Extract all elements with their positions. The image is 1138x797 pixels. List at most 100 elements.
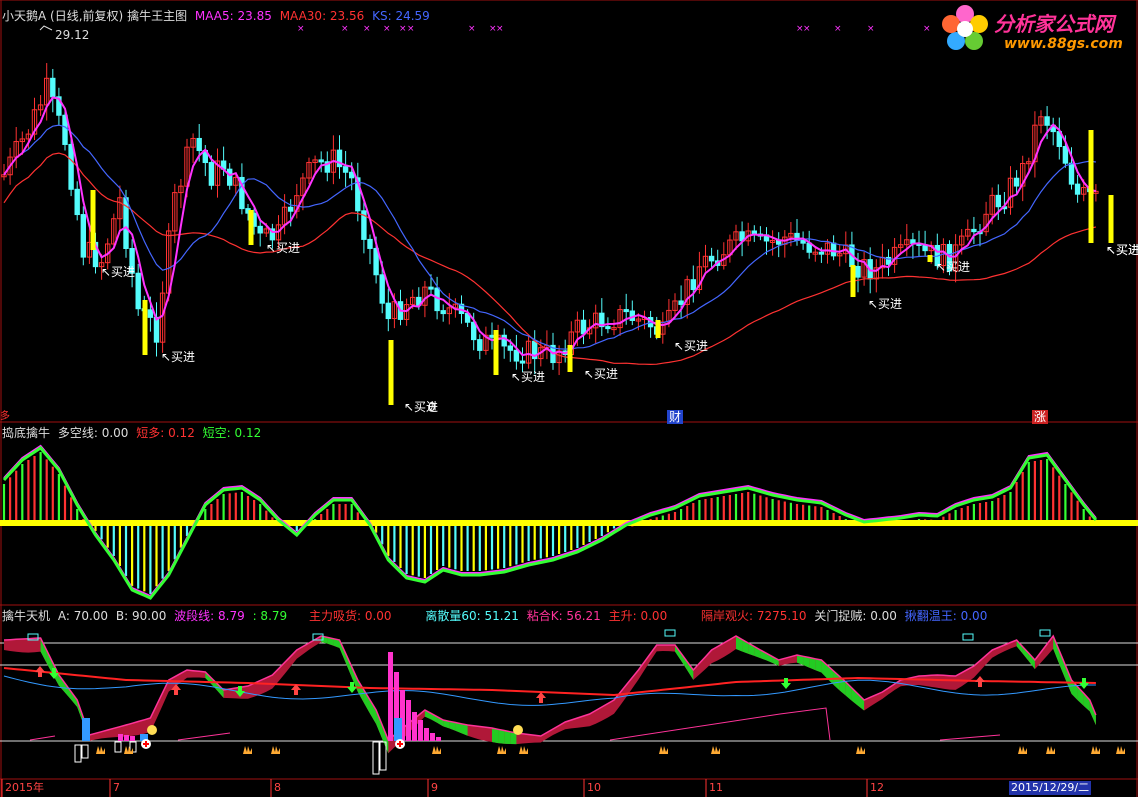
high-price-pointer bbox=[39, 25, 53, 31]
candle-body bbox=[342, 166, 349, 173]
zhang-marker: 涨 bbox=[1032, 410, 1049, 424]
candle-body bbox=[818, 251, 825, 255]
candle-body bbox=[50, 77, 56, 98]
candle-body bbox=[580, 319, 587, 335]
zhuli-bar bbox=[118, 734, 123, 741]
tianji-band-green bbox=[687, 661, 694, 680]
duankong-value: 短空: 0.12 bbox=[202, 426, 262, 440]
tianji-band-green bbox=[504, 730, 511, 745]
candle-body bbox=[68, 143, 74, 190]
candle-body bbox=[147, 309, 154, 318]
tianji-band-green bbox=[815, 658, 822, 673]
ks-value: KS: 24.59 bbox=[372, 9, 430, 23]
money-bag-icon bbox=[147, 725, 157, 735]
tianji-indicator bbox=[0, 629, 1138, 775]
signal-cross: × bbox=[923, 24, 931, 34]
signal-cross: × bbox=[867, 24, 875, 34]
zhuli-bar bbox=[412, 712, 417, 741]
candle-body bbox=[690, 279, 696, 291]
candle-body bbox=[385, 302, 392, 320]
up-arrow-icon bbox=[35, 666, 45, 677]
maa5-value: MAA5: 23.85 bbox=[194, 9, 272, 23]
signal-cross: × bbox=[468, 24, 476, 34]
buy-label: ↖买进 bbox=[511, 370, 545, 384]
buy-label: ↖买进 bbox=[584, 367, 618, 381]
candle-body bbox=[428, 286, 434, 290]
hand-icon bbox=[124, 746, 133, 754]
candle-body bbox=[440, 310, 446, 315]
candle-body bbox=[153, 316, 160, 343]
maa30-value: MAA30: 23.56 bbox=[279, 9, 365, 23]
hand-icon bbox=[432, 746, 441, 754]
maa5-line bbox=[3, 96, 1097, 358]
candle-body bbox=[74, 188, 80, 216]
hand-icon bbox=[96, 746, 105, 754]
buy-bar bbox=[142, 300, 148, 355]
x-tick-label: 7 bbox=[113, 781, 120, 794]
candle-body bbox=[318, 159, 324, 163]
guanmen-value: 关门捉贼: 0.00 bbox=[814, 609, 897, 623]
buy-label: ↖买进 bbox=[1106, 243, 1138, 257]
outline-bar bbox=[81, 744, 89, 759]
candle-body bbox=[80, 214, 86, 258]
candle-body bbox=[971, 228, 977, 233]
candle-body bbox=[367, 238, 373, 249]
outline-bar bbox=[379, 741, 387, 771]
signal-cross: × bbox=[834, 24, 842, 34]
zhusheng-value: 主升: 0.00 bbox=[608, 609, 668, 623]
duokong-value: 多空线: 0.00 bbox=[57, 426, 129, 440]
signal-cross: × bbox=[383, 24, 391, 34]
buy-bar bbox=[655, 320, 661, 338]
zhanhe-value: 粘合K: 56.21 bbox=[526, 609, 601, 623]
buy-bar bbox=[1108, 195, 1114, 243]
down-arrow-icon bbox=[1079, 678, 1089, 689]
candle-body bbox=[800, 239, 806, 244]
buy-bar bbox=[567, 345, 573, 372]
top-box bbox=[1039, 629, 1051, 637]
x-tick-label: 10 bbox=[587, 781, 601, 794]
candle-body bbox=[708, 255, 715, 262]
candle-body bbox=[1013, 177, 1020, 187]
candle-body bbox=[208, 162, 215, 186]
candle-body bbox=[257, 225, 263, 234]
tianji-band-green bbox=[1022, 646, 1029, 662]
outline-bar bbox=[114, 741, 122, 753]
v2-value: : 8.79 bbox=[252, 609, 288, 623]
buy-bar bbox=[90, 190, 96, 250]
zhuli-value: 主力吸货: 0.00 bbox=[308, 609, 392, 623]
buy-bar bbox=[1088, 130, 1094, 243]
x-tick-label: 8 bbox=[274, 781, 281, 794]
buy-markers: ↖买进↖买进↖买进↖买进↖买进 ↖买进↖买进↖买进↖买进↖买进↖买进0 bbox=[90, 130, 1138, 414]
stock-name: 小天鹅A bbox=[2, 9, 47, 23]
buy-bar bbox=[927, 255, 933, 262]
zhuli-bar bbox=[430, 733, 435, 741]
site-logo: 分析家公式网 www.88gs.com bbox=[938, 2, 1134, 56]
candle-body bbox=[501, 334, 507, 347]
leng-value: 揪翻温王: 0.00 bbox=[904, 609, 988, 623]
outline-bar bbox=[372, 741, 380, 775]
header-legend: 小天鹅A (日线,前复权) 擒牛王主图 MAA5: 23.85 MAA30: 2… bbox=[2, 9, 430, 23]
boduan-value: 波段线: 8.79 bbox=[174, 609, 245, 623]
tianji-band-green bbox=[498, 729, 505, 744]
flower-icon bbox=[942, 5, 988, 50]
candle-body bbox=[379, 274, 385, 304]
hand-icon bbox=[1046, 746, 1055, 754]
candle-body bbox=[288, 206, 294, 212]
moving-averages: × × × × × × × × × × × × × × bbox=[3, 24, 1097, 366]
panel3-legend: 擒牛天机 A: 70.00 B: 90.00 波段线: 8.79 : 8.79 … bbox=[2, 609, 987, 623]
candle-body bbox=[135, 272, 141, 310]
candle-body bbox=[1044, 116, 1050, 126]
outline-bar bbox=[74, 744, 82, 763]
zhuli-bar bbox=[418, 720, 423, 741]
x-tick-label: 11 bbox=[709, 781, 723, 794]
chart-canvas: × × × × × × × × × × × × × × ↖买进 ↖买进 ↖买进 ↖买进 ↖买进 ↖买进 ↖买进 ↖买进 ↖… bbox=[0, 0, 1138, 797]
buy-label: ↖买进 bbox=[936, 260, 970, 274]
buy-label: ↖买进 bbox=[101, 265, 135, 279]
candle-body bbox=[1068, 162, 1075, 185]
stair-line bbox=[939, 734, 1001, 741]
tianji-band-green bbox=[492, 728, 499, 744]
high-price-label: 29.12 bbox=[55, 28, 90, 42]
hand-icon bbox=[519, 746, 528, 754]
x-tick-label: 12 bbox=[870, 781, 884, 794]
signal-cross: × bbox=[399, 24, 407, 34]
